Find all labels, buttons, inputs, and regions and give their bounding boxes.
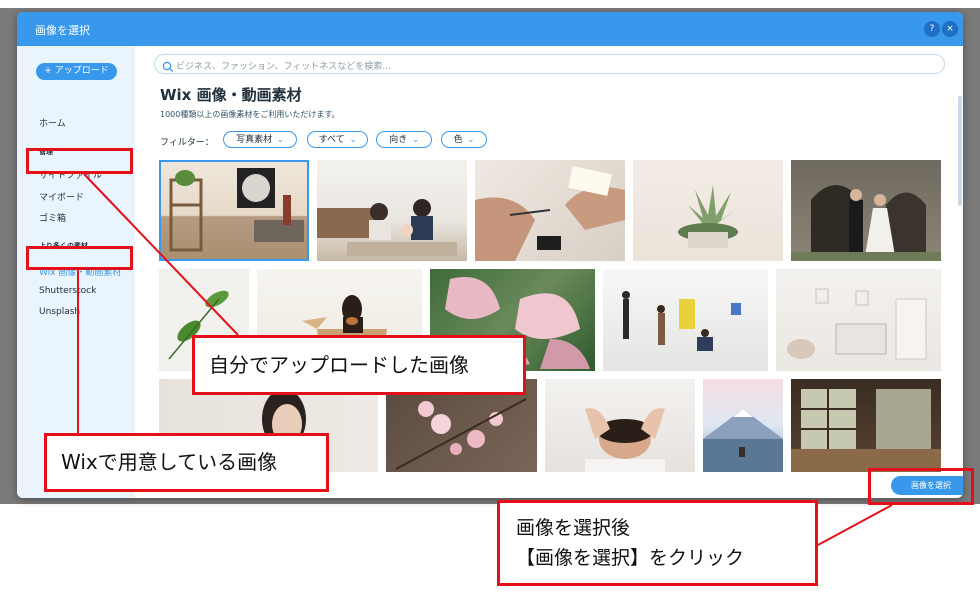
filter-all[interactable]: すべて ⌄ <box>307 131 368 148</box>
facial-massage-art <box>585 408 665 472</box>
gallery-image-mount-fuji-lake[interactable] <box>703 379 783 472</box>
mount-fuji-lake-art <box>703 409 783 472</box>
chevron-down-icon: ⌄ <box>349 135 357 144</box>
gallery-image-japanese-room[interactable] <box>791 379 941 472</box>
page-title: Wix 画像・動画素材 <box>160 86 302 104</box>
chevron-down-icon: ⌄ <box>412 135 419 144</box>
sidebar-item-trash[interactable]: ゴミ箱 <box>39 211 66 224</box>
filter-orientation[interactable]: 向き ⌄ <box>376 131 432 148</box>
succulent-plant-art <box>678 185 738 248</box>
sidebar-item-my-board[interactable]: マイボード <box>39 190 84 203</box>
image-picker-dialog: 画像を選択 ? × + アップロード ホーム 管理 サイトファイル マイボード … <box>17 12 963 498</box>
highlight-wix-media <box>26 246 133 270</box>
gallery-image-facial-massage[interactable] <box>545 379 695 472</box>
scrollbar[interactable] <box>958 96 962 206</box>
sidebar-item-unsplash[interactable]: Unsplash <box>39 307 80 317</box>
page-subtitle: 1000種類以上の画像素材をご利用いただけます。 <box>160 110 340 119</box>
wedding-couple-art <box>791 185 941 261</box>
highlight-site-files <box>26 148 133 174</box>
close-button[interactable]: × <box>942 21 958 37</box>
sidebar: + アップロード ホーム 管理 サイトファイル マイボード ゴミ箱 より多くの素… <box>17 46 135 498</box>
filter-color-label: 色 <box>453 135 463 145</box>
search-icon <box>162 58 174 77</box>
help-button[interactable]: ? <box>924 21 940 37</box>
gallery-image-succulent-plant[interactable] <box>633 160 783 261</box>
dialog-titlebar: 画像を選択 ? × <box>17 12 963 46</box>
japanese-room-art <box>791 389 941 472</box>
gallery-image-wedding-couple[interactable] <box>791 160 941 261</box>
callout-instruction-line2: 【画像を選択】をクリック <box>516 547 745 569</box>
callout-uploaded-images: 自分でアップロードした画像 <box>192 335 526 395</box>
sidebar-item-home[interactable]: ホーム <box>39 116 66 129</box>
chevron-down-icon: ⌄ <box>467 135 475 144</box>
family-living-room-art <box>317 199 457 256</box>
gallery-image-nursery-room[interactable] <box>776 269 941 371</box>
search-input[interactable]: ビジネス、ファッション、フィットネスなどを検索... <box>176 59 391 72</box>
callout-instruction: 画像を選択後 【画像を選択】をクリック <box>497 500 818 586</box>
gallery-image-family-living-room[interactable] <box>317 160 467 261</box>
filter-orientation-label: 向き <box>389 135 408 145</box>
filter-color[interactable]: 色 ⌄ <box>441 131 487 148</box>
nursery-room-art <box>787 288 927 360</box>
filter-photo-type[interactable]: 写真素材 ⌄ <box>223 131 297 148</box>
dialog-title: 画像を選択 <box>35 24 90 37</box>
gallery-image-interior-shelf-room[interactable] <box>159 160 309 261</box>
filter-all-label: すべて <box>318 135 345 145</box>
art-gallery-people-art <box>622 291 741 351</box>
hands-writing-desk-art <box>475 166 625 261</box>
interior-shelf-room-art <box>169 168 304 252</box>
gallery-image-art-gallery-people[interactable] <box>603 269 768 371</box>
upload-button[interactable]: + アップロード <box>36 63 117 80</box>
filter-label: フィルター： <box>160 138 214 148</box>
search-bar[interactable]: ビジネス、ファッション、フィットネスなどを検索... <box>154 54 945 74</box>
gallery-image-hands-writing-desk[interactable] <box>475 160 625 261</box>
filter-photo-type-label: 写真素材 <box>236 135 273 145</box>
chevron-down-icon: ⌄ <box>277 135 284 144</box>
highlight-select-button <box>868 468 974 505</box>
callout-instruction-line1: 画像を選択後 <box>516 517 631 539</box>
screenshot: { "dialog": { "title": "画像を選択", "help_la… <box>0 0 980 600</box>
sidebar-item-shutterstock[interactable]: Shutterstock <box>39 286 96 296</box>
callout-wix-images: Wixで用意している画像 <box>44 433 329 492</box>
